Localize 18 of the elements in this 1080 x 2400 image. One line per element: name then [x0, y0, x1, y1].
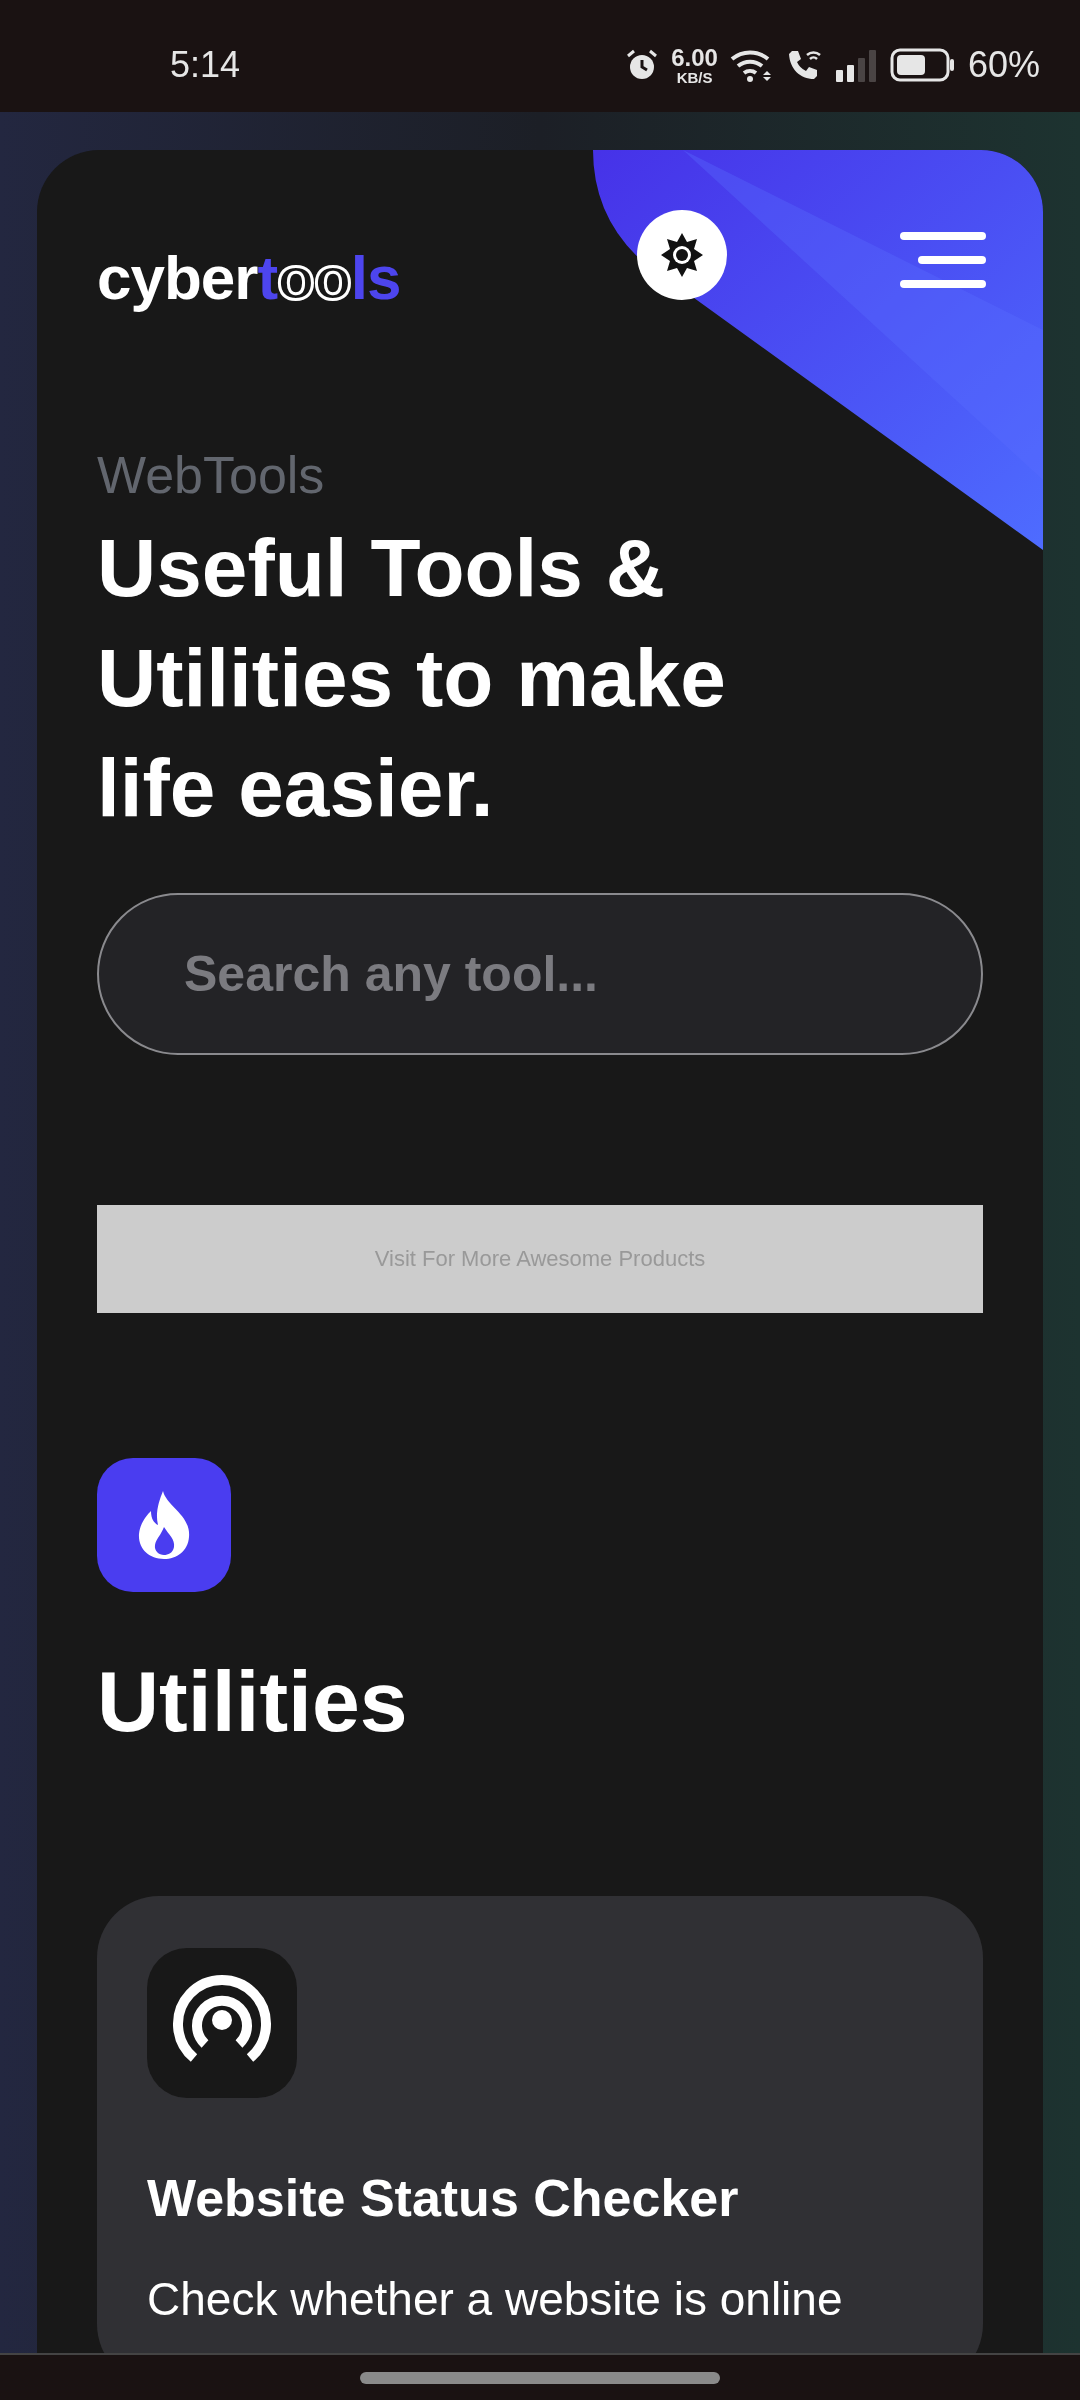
battery-percent: 60%: [967, 44, 1040, 86]
tool-card[interactable]: Website Status Checker Check whether a website is online: [97, 1896, 983, 2353]
section-title: Utilities: [97, 1652, 409, 1751]
eyebrow-text: WebTools: [97, 445, 326, 505]
battery-icon: [889, 48, 956, 82]
home-indicator[interactable]: [360, 2371, 720, 2384]
wifi-icon: [729, 47, 774, 83]
logo[interactable]: cybertools: [97, 242, 401, 313]
headline: Useful Tools & Utilities to make life easier.: [97, 521, 727, 835]
broadcast-icon: [147, 1948, 297, 2098]
alarm-icon: [625, 48, 660, 82]
tool-title: Website Status Checker: [147, 2168, 740, 2228]
tool-description: Check whether a website is online: [147, 2272, 844, 2326]
network-speed: 6.00 KB/S: [671, 45, 718, 85]
signal-icon: [833, 48, 878, 82]
flame-icon: [97, 1458, 231, 1592]
status-time: 5:14: [170, 44, 241, 86]
search-field[interactable]: Search any tool...: [97, 893, 983, 1055]
